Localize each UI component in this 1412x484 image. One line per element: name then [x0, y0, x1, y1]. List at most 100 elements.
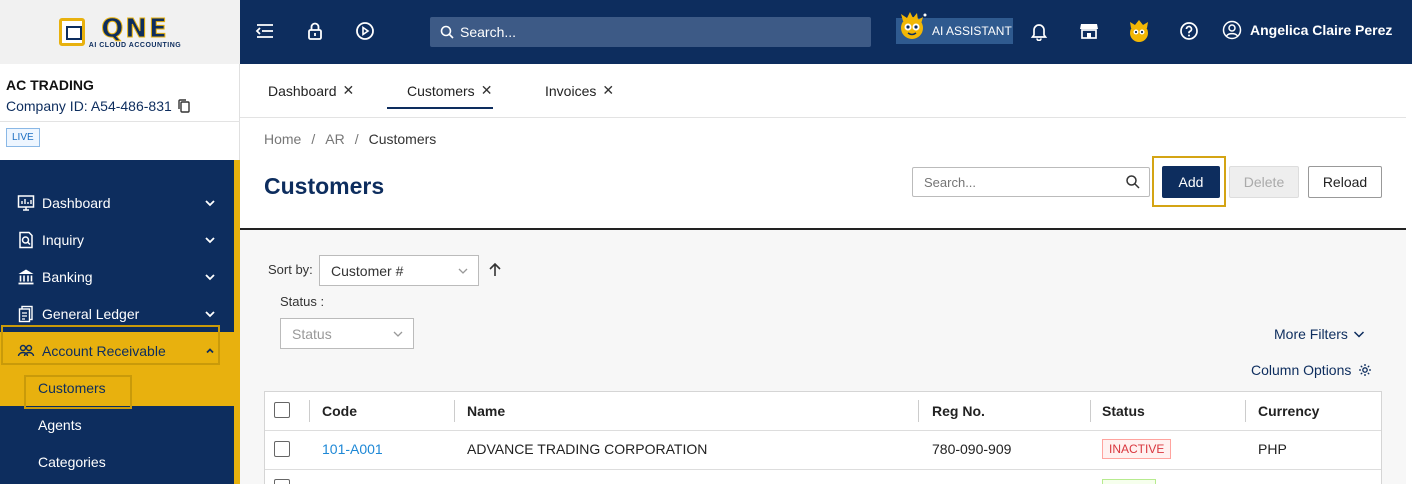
logo-area[interactable]: QNE AI CLOUD ACCOUNTING	[0, 0, 240, 64]
sort-by-value: Customer #	[331, 262, 404, 279]
more-filters-label: More Filters	[1274, 326, 1348, 342]
column-options-label: Column Options	[1251, 362, 1352, 378]
breadcrumb: Home / AR / Customers	[264, 131, 436, 147]
tab-bar: Dashboard ✕ Customers ✕ Invoices ✕	[240, 64, 1406, 118]
page-title: Customers	[264, 173, 385, 199]
copy-icon[interactable]	[178, 99, 190, 113]
customers-table: Code Name Reg No. Status Currency 101-A0…	[264, 391, 1382, 484]
dashboard-icon	[17, 194, 35, 212]
global-search-input[interactable]: Search...	[430, 17, 871, 47]
breadcrumb-current: Customers	[368, 131, 437, 147]
sidebar-subitem-label: Categories	[38, 454, 106, 470]
status-badge: INACTIVE	[1102, 439, 1172, 459]
account-receivable-highlight	[1, 325, 220, 365]
status-badge	[1102, 479, 1156, 484]
more-filters-link[interactable]: More Filters	[1274, 326, 1365, 342]
company-name: AC TRADING	[6, 77, 94, 93]
customer-currency: PHP	[1258, 441, 1287, 457]
customers-highlight	[24, 375, 132, 409]
chevron-down-icon	[205, 237, 215, 244]
tab-invoices[interactable]: Invoices ✕	[545, 82, 614, 99]
sort-ascending-icon[interactable]	[487, 262, 503, 278]
chevron-down-icon	[1353, 331, 1364, 338]
lock-icon[interactable]	[304, 20, 326, 42]
status-select[interactable]: Status	[280, 318, 414, 349]
search-icon[interactable]	[1125, 174, 1141, 190]
user-icon	[1222, 20, 1242, 40]
active-tab-indicator	[387, 107, 493, 109]
company-panel: AC TRADING Company ID: A54-486-831 LIVE	[0, 64, 240, 160]
ai-assistant-button[interactable]: AI ASSISTANT	[896, 12, 1013, 44]
delete-button[interactable]: Delete	[1229, 166, 1299, 198]
column-divider	[1245, 400, 1246, 422]
bell-icon[interactable]	[1028, 20, 1050, 42]
sidebar-item-label: General Ledger	[42, 306, 140, 322]
sidebar-subitem-label: Agents	[38, 417, 82, 433]
column-header-status[interactable]: Status	[1102, 392, 1145, 430]
sidebar-item-banking[interactable]: Banking	[0, 259, 234, 295]
sidebar-item-inquiry[interactable]: Inquiry	[0, 222, 234, 258]
reload-button[interactable]: Reload	[1308, 166, 1382, 198]
select-all-checkbox[interactable]	[274, 402, 290, 418]
column-divider	[454, 400, 455, 422]
store-icon[interactable]	[1078, 20, 1100, 42]
column-header-currency[interactable]: Currency	[1258, 392, 1319, 430]
row-checkbox[interactable]	[274, 441, 290, 457]
sidebar-item-label: Banking	[42, 269, 93, 285]
customer-search-input[interactable]	[924, 174, 1114, 190]
logo-mark-icon	[58, 18, 85, 46]
row-divider	[265, 469, 1381, 470]
column-divider	[918, 400, 919, 422]
breadcrumb-ar[interactable]: AR	[325, 131, 344, 147]
column-header-code[interactable]: Code	[322, 392, 357, 430]
sidebar-subitem-agents[interactable]: Agents	[0, 407, 234, 443]
chevron-down-icon	[458, 268, 468, 274]
inquiry-icon	[17, 231, 35, 249]
customer-reg-no: 780-090-909	[932, 441, 1012, 457]
breadcrumb-separator: /	[354, 131, 359, 147]
breadcrumb-home[interactable]: Home	[264, 131, 301, 147]
user-menu[interactable]: Angelica Claire Perez	[1222, 20, 1392, 40]
sidebar-item-label: Inquiry	[42, 232, 85, 248]
sidebar-item-label: Dashboard	[42, 195, 111, 211]
sort-by-select[interactable]: Customer #	[319, 255, 479, 286]
company-id: Company ID: A54-486-831	[6, 98, 190, 114]
breadcrumb-separator: /	[311, 131, 316, 147]
row-checkbox[interactable]	[274, 479, 290, 484]
top-bar: QNE AI CLOUD ACCOUNTING Search... AI ASS…	[0, 0, 1412, 64]
close-icon[interactable]: ✕	[602, 82, 614, 99]
column-header-name[interactable]: Name	[467, 392, 505, 430]
chevron-down-icon	[205, 200, 215, 207]
close-icon[interactable]: ✕	[343, 82, 355, 99]
column-divider	[1090, 400, 1091, 422]
column-divider	[309, 400, 310, 422]
sort-by-label: Sort by:	[268, 262, 313, 277]
gear-icon	[1359, 364, 1372, 376]
logo-subtext: AI CLOUD ACCOUNTING	[88, 41, 182, 49]
environment-badge: LIVE	[6, 128, 40, 147]
column-header-reg-no[interactable]: Reg No.	[932, 392, 985, 430]
company-id-text: Company ID: A54-486-831	[6, 98, 172, 114]
help-icon[interactable]	[1178, 20, 1200, 42]
search-icon	[440, 25, 454, 39]
sidebar-nav: Dashboard Inquiry Banking General Ledger…	[0, 160, 240, 484]
mascot-icon[interactable]	[1126, 20, 1152, 42]
chevron-down-icon	[205, 311, 215, 318]
play-icon[interactable]	[354, 20, 376, 42]
global-search-placeholder: Search...	[460, 24, 517, 40]
customer-search-field[interactable]	[912, 167, 1150, 197]
close-icon[interactable]: ✕	[481, 82, 493, 99]
column-options-link[interactable]: Column Options	[1251, 362, 1372, 378]
menu-toggle-icon[interactable]	[254, 20, 276, 42]
tab-customers[interactable]: Customers ✕	[407, 82, 492, 99]
user-name: Angelica Claire Perez	[1250, 22, 1393, 38]
ai-assistant-label: AI ASSISTANT	[932, 24, 1012, 38]
sidebar-item-dashboard[interactable]: Dashboard	[0, 185, 234, 221]
ai-mascot-icon	[901, 12, 927, 39]
tab-dashboard[interactable]: Dashboard ✕	[268, 82, 354, 99]
customer-code-link[interactable]: 101-A001	[322, 430, 383, 468]
sidebar-subitem-categories[interactable]: Categories	[0, 444, 234, 480]
logo-text: QNE	[101, 13, 169, 44]
company-divider	[0, 121, 240, 122]
tab-label: Customers	[407, 82, 475, 99]
